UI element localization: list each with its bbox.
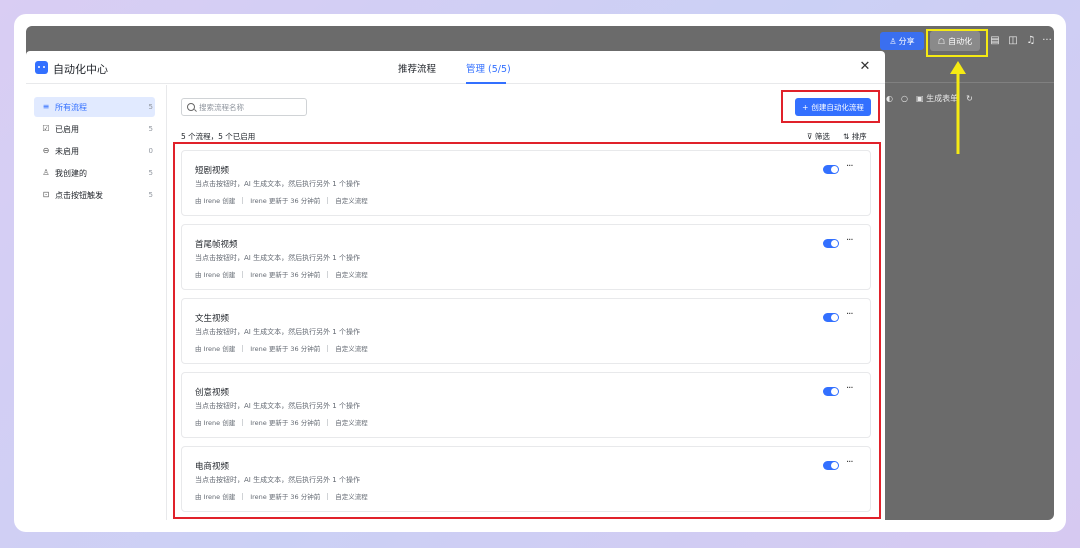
enable-toggle[interactable] [823, 313, 839, 322]
filter-icon: ⊽ [807, 132, 813, 141]
flow-meta: 由 Irene 创建 Irene 更新于 36 分钟前 自定义流程 [195, 195, 368, 205]
bell-icon[interactable]: ♫ [1025, 35, 1037, 47]
flow-type: 自定义流程 [335, 345, 368, 353]
checkbox-icon: ☑ [42, 124, 50, 133]
sidebar-item-label: 点击按钮触发 [55, 190, 103, 200]
flow-summary: 5 个流程，5 个已启用 [181, 132, 256, 141]
highlight-automation-button [926, 29, 988, 57]
flow-meta: 由 Irene 创建 Irene 更新于 36 分钟前 自定义流程 [195, 491, 368, 501]
filter-label: 筛选 [814, 132, 830, 141]
flow-title: 首尾帧视频 [195, 240, 238, 250]
yellow-arrow-icon [950, 61, 966, 154]
flow-card[interactable]: 电商视频 当点击按钮时，AI 生成文本，然后执行另外 1 个操作 由 Irene… [181, 446, 871, 512]
more-icon[interactable]: ··· [846, 309, 853, 320]
more-icon[interactable]: ··· [846, 383, 853, 394]
modal-title: 自动化中心 [53, 63, 108, 76]
sidebar-item-count: 5 [148, 191, 153, 199]
sidebar-item-created-by-me[interactable]: ♙ 我创建的 5 [34, 163, 155, 183]
more-icon[interactable]: ··· [846, 457, 853, 468]
flow-meta: 由 Irene 创建 Irene 更新于 36 分钟前 自定义流程 [195, 417, 368, 427]
share-label: 分享 [898, 36, 915, 46]
flow-title: 文生视频 [195, 314, 230, 324]
color-icon[interactable]: ◐ [886, 94, 893, 103]
flow-creator: 由 Irene 创建 [195, 197, 236, 205]
flow-type: 自定义流程 [335, 197, 368, 205]
flow-updated: Irene 更新于 36 分钟前 [250, 493, 321, 501]
flow-title: 创意视频 [195, 388, 230, 398]
flow-type: 自定义流程 [335, 419, 368, 427]
flow-description: 当点击按钮时，AI 生成文本，然后执行另外 1 个操作 [195, 402, 360, 410]
sidebar: ≡ 所有流程 5 ☑ 已启用 5 ⊖ 未启用 0 ♙ 我创建的 5 ⊡ 点击按钮… [26, 85, 167, 520]
enable-toggle[interactable] [823, 461, 839, 470]
flow-title: 短剧视频 [195, 166, 230, 176]
highlight-create-button [781, 90, 880, 123]
tab-active-indicator [466, 82, 506, 84]
sidebar-item-label: 已启用 [55, 124, 79, 134]
flow-creator: 由 Irene 创建 [195, 271, 236, 279]
more-icon[interactable]: ··· [846, 235, 853, 246]
robot-logo-icon [35, 61, 48, 74]
sort-icon: ⇅ [843, 132, 850, 141]
search-icon [187, 103, 195, 111]
search-icon-bg[interactable]: ○ [901, 94, 908, 103]
list-icon: ≡ [42, 102, 50, 111]
sidebar-item-label: 我创建的 [55, 168, 87, 178]
divider [884, 82, 1054, 83]
automation-center-modal: 自动化中心 推荐流程 管理 (5/5) ✕ ≡ 所有流程 5 ☑ 已启用 5 ⊖… [26, 51, 885, 520]
button-trigger-icon: ⊡ [42, 190, 50, 199]
flow-updated: Irene 更新于 36 分钟前 [250, 197, 321, 205]
search-input[interactable]: 搜索流程名称 [181, 98, 307, 116]
tab-manage[interactable]: 管理 (5/5) [466, 61, 511, 75]
flow-description: 当点击按钮时，AI 生成文本，然后执行另外 1 个操作 [195, 476, 360, 484]
sidebar-item-disabled[interactable]: ⊖ 未启用 0 [34, 141, 155, 161]
sidebar-item-count: 5 [148, 125, 153, 133]
sidebar-item-count: 5 [148, 103, 153, 111]
sort-button[interactable]: ⇅ 排序 [843, 131, 867, 142]
sidebar-item-label: 未启用 [55, 146, 79, 156]
minus-circle-icon: ⊖ [42, 146, 50, 155]
flow-updated: Irene 更新于 36 分钟前 [250, 419, 321, 427]
background-panel-actions: ◐ ○ ▣ 生成表单 ↻ [886, 86, 1054, 110]
share-icon: ♙ [889, 36, 897, 46]
enable-toggle[interactable] [823, 239, 839, 248]
enable-toggle[interactable] [823, 387, 839, 396]
modal-header: 自动化中心 推荐流程 管理 (5/5) ✕ [26, 51, 885, 84]
flow-creator: 由 Irene 创建 [195, 493, 236, 501]
filter-button[interactable]: ⊽ 筛选 [807, 131, 830, 142]
flow-creator: 由 Irene 创建 [195, 419, 236, 427]
flow-meta: 由 Irene 创建 Irene 更新于 36 分钟前 自定义流程 [195, 269, 368, 279]
flow-card[interactable]: 首尾帧视频 当点击按钮时，AI 生成文本，然后执行另外 1 个操作 由 Iren… [181, 224, 871, 290]
sidebar-item-count: 5 [148, 169, 153, 177]
flow-type: 自定义流程 [335, 271, 368, 279]
share-button[interactable]: ♙ 分享 [880, 32, 924, 50]
close-icon[interactable]: ✕ [857, 59, 873, 75]
flow-card[interactable]: 创意视频 当点击按钮时，AI 生成文本，然后执行另外 1 个操作 由 Irene… [181, 372, 871, 438]
flow-description: 当点击按钮时，AI 生成文本，然后执行另外 1 个操作 [195, 180, 360, 188]
flow-creator: 由 Irene 创建 [195, 345, 236, 353]
tab-recommended[interactable]: 推荐流程 [398, 61, 436, 75]
flow-updated: Irene 更新于 36 分钟前 [250, 271, 321, 279]
more-icon[interactable]: ··· [846, 161, 853, 172]
flow-description: 当点击按钮时，AI 生成文本，然后执行另外 1 个操作 [195, 254, 360, 262]
sort-label: 排序 [851, 132, 867, 141]
flow-updated: Irene 更新于 36 分钟前 [250, 345, 321, 353]
sidebar-item-all[interactable]: ≡ 所有流程 5 [34, 97, 155, 117]
sidebar-item-label: 所有流程 [55, 102, 87, 112]
sidebar-item-count: 0 [148, 147, 153, 155]
sidebar-item-button-trigger[interactable]: ⊡ 点击按钮触发 5 [34, 185, 155, 205]
search-placeholder: 搜索流程名称 [199, 102, 244, 112]
flow-card[interactable]: 短剧视频 当点击按钮时，AI 生成文本，然后执行另外 1 个操作 由 Irene… [181, 150, 871, 216]
flow-card[interactable]: 文生视频 当点击按钮时，AI 生成文本，然后执行另外 1 个操作 由 Irene… [181, 298, 871, 364]
more-icon[interactable]: ··· [1041, 35, 1053, 47]
user-icon: ♙ [42, 168, 50, 177]
flow-title: 电商视频 [195, 462, 230, 472]
sidebar-item-enabled[interactable]: ☑ 已启用 5 [34, 119, 155, 139]
plugin-icon[interactable]: ◫ [1007, 35, 1019, 47]
flow-type: 自定义流程 [335, 493, 368, 501]
flow-description: 当点击按钮时，AI 生成文本，然后执行另外 1 个操作 [195, 328, 360, 336]
form-icon[interactable]: ▤ [989, 35, 1001, 47]
enable-toggle[interactable] [823, 165, 839, 174]
flow-meta: 由 Irene 创建 Irene 更新于 36 分钟前 自定义流程 [195, 343, 368, 353]
